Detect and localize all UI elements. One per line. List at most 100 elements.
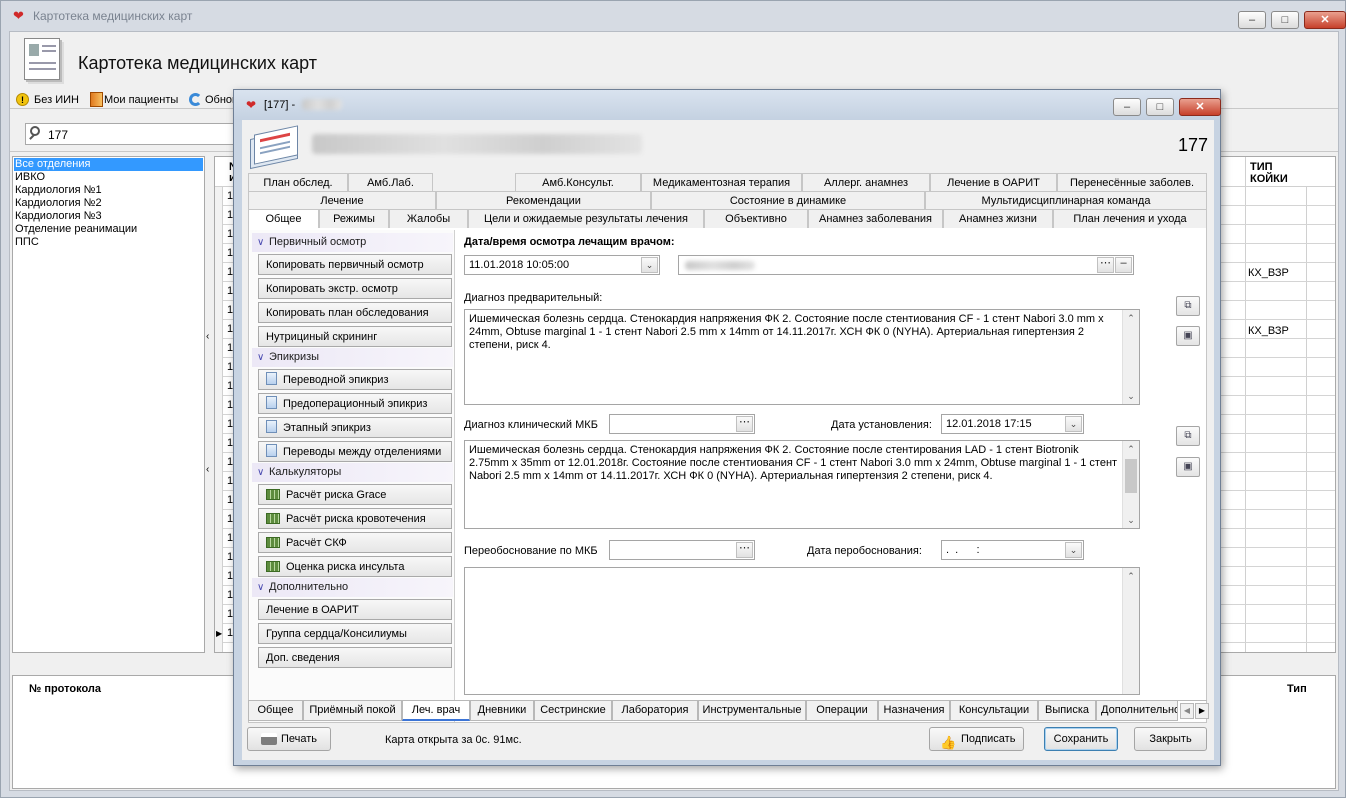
tab-treatment[interactable]: Лечение [248, 191, 436, 210]
department-item[interactable]: Кардиология №3 [14, 210, 102, 223]
copy-prelim-button[interactable]: ⧉ [1176, 296, 1200, 316]
ellipsis-icon[interactable]: ⋯ [1097, 257, 1114, 273]
nav-group-calculators[interactable]: Калькуляторы [252, 463, 453, 482]
btab-general[interactable]: Общее [248, 701, 303, 721]
maximize-button[interactable]: □ [1271, 11, 1299, 29]
copy-emergency-exam-button[interactable]: Копировать экстр. осмотр [258, 278, 452, 299]
save-prelim-button[interactable]: ▣ [1176, 326, 1200, 346]
copy-primary-exam-button[interactable]: Копировать первичный осмотр [258, 254, 452, 275]
department-item[interactable]: ИВКО [14, 171, 45, 184]
dialog-close-button[interactable]: ✕ [1179, 98, 1221, 116]
oarit-treatment-button[interactable]: Лечение в ОАРИТ [258, 599, 452, 620]
scroll-up-icon[interactable]: ⌃ [1123, 310, 1139, 326]
scroll-up-icon[interactable]: ⌃ [1123, 441, 1139, 457]
doctor-field[interactable]: ⋯ – [678, 255, 1134, 275]
btab-operations[interactable]: Операции [806, 701, 878, 721]
scroll-up-icon[interactable]: ⌃ [1123, 568, 1139, 584]
copy-clin-button[interactable]: ⧉ [1176, 426, 1200, 446]
search-input[interactable]: 177 [25, 123, 235, 145]
exam-datetime-field[interactable]: 11.01.2018 10:05:00 ⌄ [464, 255, 660, 275]
btab-instrumental[interactable]: Инструментальные [698, 701, 806, 721]
nav-group-additional[interactable]: Дополнительно [252, 578, 453, 597]
scroll-down-icon[interactable]: ⌄ [1123, 388, 1139, 404]
department-item[interactable]: Все отделения [14, 158, 203, 171]
btab-diaries[interactable]: Дневники [470, 701, 534, 721]
btab-laboratory[interactable]: Лаборатория [612, 701, 698, 721]
department-item[interactable]: Отделение реанимации [14, 223, 137, 236]
btab-additional[interactable]: Дополнительно [1096, 701, 1178, 721]
btab-consultations[interactable]: Консультации [950, 701, 1038, 721]
chevron-down-icon[interactable]: ⌄ [641, 257, 658, 273]
tab-objective[interactable]: Объективно [704, 209, 808, 228]
save-button[interactable]: Сохранить [1044, 727, 1118, 751]
close-dialog-button[interactable]: Закрыть [1134, 727, 1207, 751]
copy-exam-plan-button[interactable]: Копировать план обследования [258, 302, 452, 323]
nav-group-primary-exam[interactable]: Первичный осмотр [252, 233, 453, 252]
department-item[interactable]: ППС [14, 236, 39, 249]
dialog-maximize-button[interactable]: □ [1146, 98, 1174, 116]
scroll-thumb[interactable] [1125, 459, 1137, 493]
splitter-left[interactable]: ‹ ‹ [206, 156, 214, 653]
tab-medication-therapy[interactable]: Медикаментозная терапия [641, 173, 802, 192]
stroke-risk-button[interactable]: Оценка риска инсульта [258, 556, 452, 577]
tab-disease-history[interactable]: Анамнез заболевания [808, 209, 943, 228]
tab-oarit-treatment[interactable]: Лечение в ОАРИТ [930, 173, 1057, 192]
btab-attending-doctor[interactable]: Леч. врач [402, 701, 470, 721]
btab-discharge[interactable]: Выписка [1038, 701, 1096, 721]
tab-complaints[interactable]: Жалобы [389, 209, 468, 228]
rejust-mkb-field[interactable]: ⋯ [609, 540, 755, 560]
tab-multidisciplinary[interactable]: Мультидисциплинарная команда [925, 191, 1207, 210]
collapse-left-icon[interactable]: ‹ [206, 331, 209, 342]
tab-life-history[interactable]: Анамнез жизни [943, 209, 1053, 228]
ellipsis-icon[interactable]: ⋯ [736, 416, 753, 432]
bleeding-risk-button[interactable]: Расчёт риска кровотечения [258, 508, 452, 529]
clin-mkb-field[interactable]: ⋯ [609, 414, 755, 434]
sign-button[interactable]: 👍 Подписать [929, 727, 1024, 751]
nutrition-screening-button[interactable]: Нутрициный скрининг [258, 326, 452, 347]
tab-treatment-plan[interactable]: План лечения и ухода [1053, 209, 1207, 228]
tab-state-dynamics[interactable]: Состояние в динамике [651, 191, 925, 210]
department-item[interactable]: Кардиология №1 [14, 184, 102, 197]
chevron-down-icon[interactable]: ⌄ [1065, 416, 1082, 432]
rejust-scrollbar[interactable]: ⌃ [1122, 568, 1139, 694]
clin-diag-scrollbar[interactable]: ⌃ ⌄ [1122, 441, 1139, 528]
heart-group-button[interactable]: Группа сердца/Консилиумы [258, 623, 452, 644]
prelim-diag-memo[interactable]: Ишемическая болезнь сердца. Стенокардия … [464, 309, 1140, 405]
close-button[interactable]: ✕ [1304, 11, 1346, 29]
chevron-down-icon[interactable]: ⌄ [1065, 542, 1082, 558]
rejust-date-field[interactable]: . . : ⌄ [941, 540, 1084, 560]
clin-diag-memo[interactable]: Ишемическая болезнь сердца. Стенокардия … [464, 440, 1140, 529]
stage-epicrisis-button[interactable]: Этапный эпикриз [258, 417, 452, 438]
transfer-epicrisis-button[interactable]: Переводной эпикриз [258, 369, 452, 390]
btab-nursing[interactable]: Сестринские [534, 701, 612, 721]
btab-prescriptions[interactable]: Назначения [878, 701, 950, 721]
minimize-button[interactable]: – [1238, 11, 1266, 29]
save-clin-button[interactable]: ▣ [1176, 457, 1200, 477]
department-item[interactable]: Кардиология №2 [14, 197, 102, 210]
gfr-calc-button[interactable]: Расчёт СКФ [258, 532, 452, 553]
tab-plan-obsled[interactable]: План обслед. [248, 173, 348, 192]
extra-info-button[interactable]: Доп. сведения [258, 647, 452, 668]
clear-icon[interactable]: – [1115, 257, 1132, 273]
tab-amb-consult[interactable]: Амб.Консульт. [515, 173, 641, 192]
preop-epicrisis-button[interactable]: Предоперационный эпикриз [258, 393, 452, 414]
tab-recommendations[interactable]: Рекомендации [436, 191, 651, 210]
print-button[interactable]: Печать [247, 727, 331, 751]
ellipsis-icon[interactable]: ⋯ [736, 542, 753, 558]
dialog-minimize-button[interactable]: – [1113, 98, 1141, 116]
scroll-down-icon[interactable]: ⌄ [1123, 512, 1139, 528]
grace-risk-button[interactable]: Расчёт риска Grace [258, 484, 452, 505]
tab-regimes[interactable]: Режимы [319, 209, 389, 228]
tabs-scroll-right[interactable]: ▶ [1195, 703, 1209, 719]
est-date-field[interactable]: 12.01.2018 17:15 ⌄ [941, 414, 1084, 434]
collapse-left-icon[interactable]: ‹ [206, 464, 209, 475]
btab-admission[interactable]: Приёмный покой [303, 701, 402, 721]
dept-transfers-button[interactable]: Переводы между отделениями [258, 441, 452, 462]
tab-past-diseases[interactable]: Перенесённые заболев. [1057, 173, 1207, 192]
nav-group-epicrisis[interactable]: Эпикризы [252, 348, 453, 367]
tab-allergy[interactable]: Аллерг. анамнез [802, 173, 930, 192]
tab-amb-lab[interactable]: Амб.Лаб. [348, 173, 433, 192]
tab-goals[interactable]: Цели и ожидаемые результаты лечения [468, 209, 704, 228]
tabs-scroll-left[interactable]: ◀ [1180, 703, 1194, 719]
tab-general[interactable]: Общее [248, 209, 319, 229]
